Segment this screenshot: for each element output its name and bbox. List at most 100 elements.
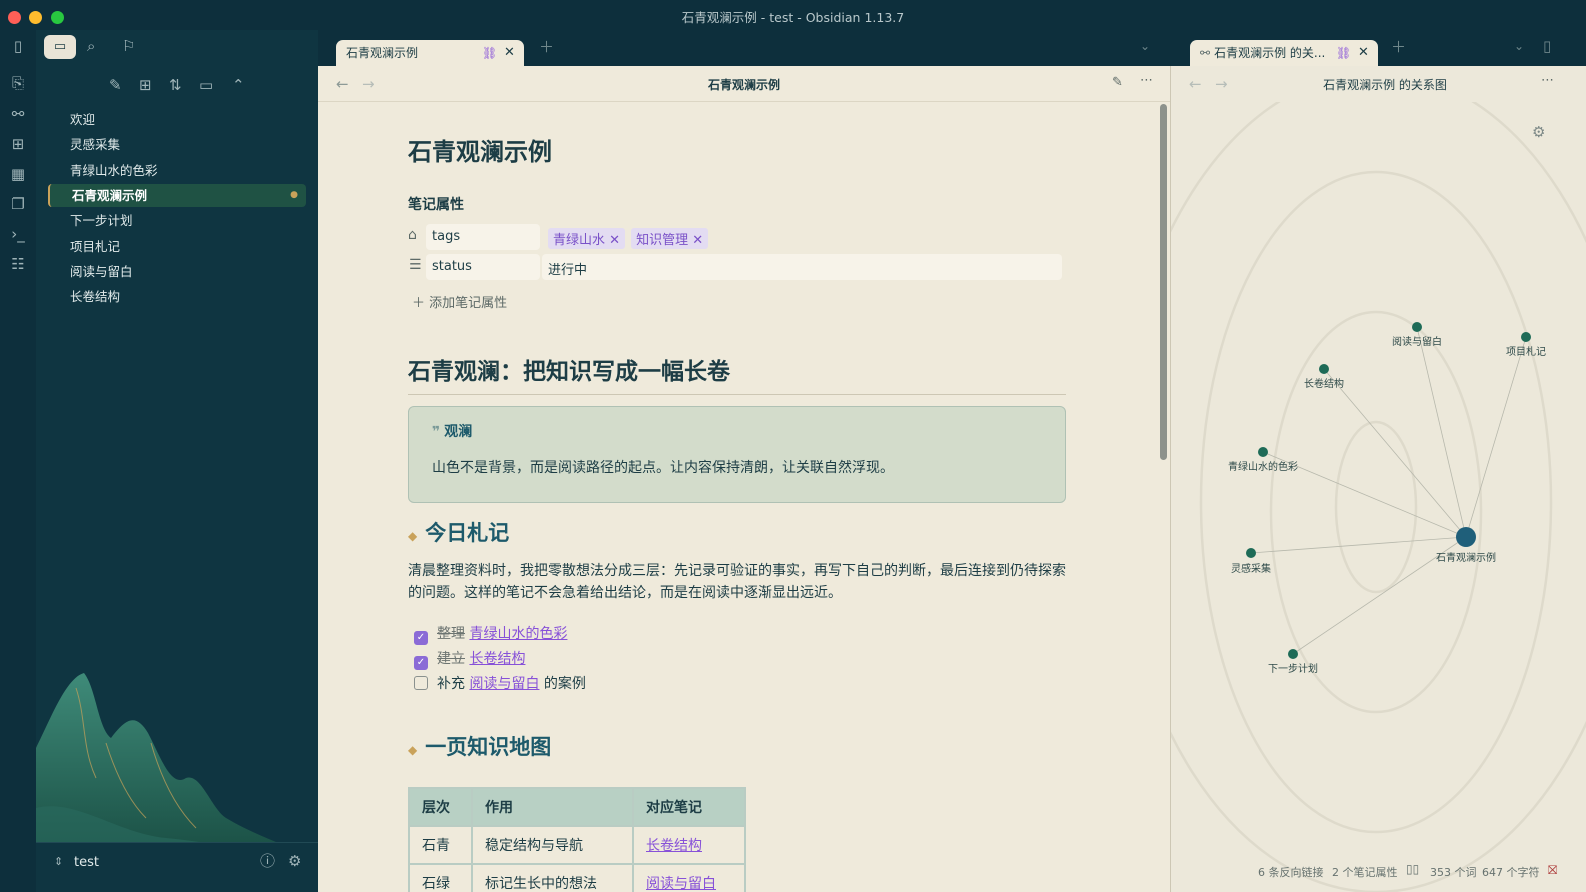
sidebar-file-item[interactable]: 项目札记	[48, 235, 306, 258]
sidebar-file-label: 下一步计划	[70, 213, 133, 229]
tab-list-chevron-icon[interactable]: ⌄	[1140, 40, 1150, 52]
table-cell: 标记生长中的想法	[471, 863, 634, 892]
sidebar-toggle-icon[interactable]: ▯	[7, 39, 29, 61]
sidebar-file-item[interactable]: 石青观澜示例 ●	[48, 183, 306, 207]
table-header: 对应笔记	[632, 787, 746, 827]
sidebar-file-item[interactable]: 青绿山水的色彩	[48, 159, 306, 182]
property-tags-row: ⌂ tags 青绿山水 ✕ 知识管理 ✕	[408, 224, 1062, 250]
graph-node[interactable]	[1246, 548, 1256, 558]
properties-count[interactable]: 2 个笔记属性	[1332, 864, 1398, 880]
task-link[interactable]: 长卷结构	[469, 651, 525, 667]
graph-node[interactable]	[1319, 364, 1329, 374]
graph-node-current[interactable]	[1456, 527, 1476, 547]
tags-value[interactable]: 青绿山水 ✕ 知识管理 ✕	[548, 228, 714, 249]
table-cell: 阅读与留白	[632, 863, 746, 892]
graph-node[interactable]	[1521, 332, 1531, 342]
task-text: 整理	[437, 626, 465, 642]
daily-note-icon[interactable]: ⎘	[7, 76, 29, 98]
scrollbar[interactable]	[1160, 104, 1167, 460]
task-link[interactable]: 青绿山水的色彩	[469, 626, 567, 642]
status-value[interactable]: 进行中	[542, 254, 1062, 280]
task-text: 建立	[437, 651, 465, 667]
tag-pill[interactable]: 知识管理 ✕	[631, 228, 709, 249]
task-item: ✓ 建立 长卷结构	[414, 647, 586, 672]
graph-node[interactable]	[1412, 322, 1422, 332]
editor-pane: ← → 石青观澜示例 ✎ ⋯ 石青观澜示例 笔记属性 ⌂ tags 青绿山水 ✕…	[318, 66, 1170, 892]
remove-tag-icon[interactable]: ✕	[692, 233, 703, 248]
sidebar-file-item[interactable]: 欢迎	[48, 108, 306, 131]
new-note-icon[interactable]: ✎	[109, 78, 122, 93]
sidebar-file-item[interactable]: 长卷结构	[48, 285, 306, 308]
sort-icon[interactable]: ⇅	[169, 78, 182, 93]
vault-name[interactable]: test	[74, 855, 99, 870]
close-tab-icon[interactable]: ✕	[504, 40, 515, 66]
sidebar-file-item[interactable]: 阅读与留白	[48, 260, 306, 283]
tab-bar: 石青观澜示例 ⛓ ✕ ＋ ⌄ ⚯ 石青观澜示例 的关... ⛓ ✕ ＋ ⌄ ▯	[318, 30, 1586, 66]
link-icon-graph: ⛓	[1336, 46, 1352, 60]
graph-node-label: 项目札记	[1506, 345, 1546, 358]
graph-pane: ← → 石青观澜示例 的关系图 ⋯ ⚙ 阅读与留白 项目札记 长卷结构 青绿山水…	[1171, 66, 1586, 892]
word-count: 353 个词	[1430, 866, 1477, 879]
graph-tab-icon: ⚯	[1200, 46, 1211, 60]
settings-gear-icon[interactable]: ⚙	[288, 854, 301, 869]
title-bar: 石青观澜示例 - test - Obsidian 1.13.7	[0, 0, 1586, 30]
property-status-row: ☰ status 进行中	[408, 254, 1062, 280]
new-folder-icon[interactable]: ⊞	[139, 78, 152, 93]
more-options-icon[interactable]: ⋯	[1140, 73, 1153, 88]
tags-key[interactable]: tags	[426, 224, 540, 250]
edit-pencil-icon[interactable]: ✎	[1112, 75, 1123, 90]
tag-pill[interactable]: 青绿山水 ✕	[548, 228, 626, 249]
graph-view-icon[interactable]: ⚯	[7, 107, 29, 129]
list-icon: ☰	[409, 257, 422, 273]
bookmark-icon[interactable]: ⚐	[122, 39, 135, 54]
command-palette-icon[interactable]: ›_	[7, 227, 29, 249]
bases-icon[interactable]: ☷	[7, 257, 29, 279]
sidebar-file-item[interactable]: 下一步计划	[48, 209, 306, 232]
help-icon[interactable]: ⓘ	[260, 854, 275, 869]
char-count: 647 个字符	[1482, 866, 1540, 879]
templates-icon[interactable]: ❐	[7, 197, 29, 219]
backlinks-count[interactable]: 6 条反向链接	[1258, 864, 1324, 880]
table-cell: 石绿	[408, 863, 473, 892]
task-link[interactable]: 阅读与留白	[469, 676, 539, 692]
tab-graph[interactable]: ⚯ 石青观澜示例 的关... ⛓ ✕	[1190, 40, 1378, 66]
collapse-icon[interactable]: ▭	[199, 78, 213, 93]
remove-tag-icon[interactable]: ✕	[609, 233, 620, 248]
graph-node-label: 青绿山水的色彩	[1228, 460, 1298, 473]
canvas-icon[interactable]: ⊞	[7, 137, 29, 159]
vault-switcher-icon[interactable]: ⇕	[54, 856, 63, 867]
knowledge-table: 层次 作用 对应笔记 石青 稳定结构与导航 长卷结构 石绿 标记生长中的想法 阅…	[408, 787, 746, 892]
right-sidebar-toggle-icon[interactable]: ▯	[1543, 39, 1551, 54]
sidebar-file-item[interactable]: 灵感采集	[48, 133, 306, 156]
sync-status-icon[interactable]: ⛝	[1548, 863, 1557, 878]
task-checkbox[interactable]	[414, 676, 428, 690]
graph-nodes: 阅读与留白 项目札记 长卷结构 青绿山水的色彩 石青观澜示例 灵感采集 下一步计…	[1228, 322, 1546, 675]
diamond-bullet-icon: ◆	[408, 743, 418, 757]
add-property-button[interactable]: ＋ 添加笔记属性	[412, 292, 507, 311]
table-link[interactable]: 长卷结构	[646, 838, 702, 854]
graph-canvas[interactable]: 阅读与留白 项目札记 长卷结构 青绿山水的色彩 石青观澜示例 灵感采集 下一步计…	[1171, 102, 1586, 892]
reading-mode-book-icon[interactable]: ▯▯	[1406, 862, 1419, 876]
link-icon: ⛓	[482, 46, 498, 60]
expand-all-icon[interactable]: ⌃	[232, 78, 245, 93]
task-checkbox[interactable]: ✓	[414, 656, 428, 670]
tag-pill-label: 青绿山水	[553, 233, 606, 248]
table-link[interactable]: 阅读与留白	[646, 876, 716, 892]
table-header: 层次	[408, 787, 473, 827]
tab-note[interactable]: 石青观澜示例 ⛓ ✕	[336, 40, 524, 66]
search-icon[interactable]: ⌕	[87, 39, 95, 54]
graph-more-options-icon[interactable]: ⋯	[1541, 73, 1554, 88]
graph-node[interactable]	[1288, 649, 1298, 659]
files-tab-folder-icon[interactable]: ▭	[44, 35, 76, 59]
tab-list-right-chevron-icon[interactable]: ⌄	[1514, 40, 1524, 52]
graph-node[interactable]	[1258, 447, 1268, 457]
heading-today: ◆ 今日札记	[408, 517, 509, 547]
close-graph-tab-icon[interactable]: ✕	[1358, 40, 1369, 66]
task-checkbox[interactable]: ✓	[414, 631, 428, 645]
new-tab-right-icon[interactable]: ＋	[1391, 40, 1406, 55]
table-cell: 石青	[408, 825, 473, 865]
calendar-icon[interactable]: ▦	[7, 167, 29, 189]
status-key[interactable]: status	[426, 254, 540, 280]
heading-map-text: 一页知识地图	[425, 735, 552, 759]
new-tab-icon[interactable]: ＋	[539, 40, 554, 55]
